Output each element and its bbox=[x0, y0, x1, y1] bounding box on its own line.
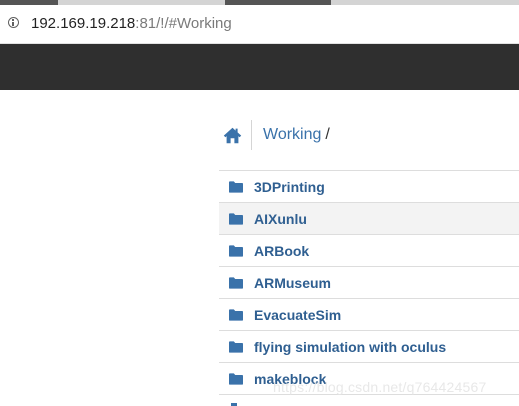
folder-row[interactable]: ARMuseum bbox=[219, 267, 519, 299]
folder-icon bbox=[229, 308, 243, 321]
folder-row[interactable]: EvacuateSim bbox=[219, 299, 519, 331]
folder-name: 3DPrinting bbox=[254, 178, 325, 195]
folder-name: ARBook bbox=[254, 242, 310, 259]
folder-row[interactable]: ARBook bbox=[219, 235, 519, 267]
address-bar[interactable]: 192.169.19.218:81/!/#Working bbox=[0, 5, 519, 44]
folder-icon bbox=[229, 276, 243, 289]
folder-icon bbox=[229, 212, 243, 225]
breadcrumb-separator: / bbox=[325, 126, 330, 143]
url-host: 192.169.19.218 bbox=[31, 15, 136, 32]
folder-icon bbox=[229, 340, 243, 353]
watermark: https://blog.csdn.net/q764424567 bbox=[273, 379, 487, 395]
folder-icon bbox=[229, 372, 243, 385]
breadcrumb: Working / bbox=[219, 118, 519, 152]
folder-row[interactable]: 3DPrinting bbox=[219, 171, 519, 203]
folder-name: EvacuateSim bbox=[254, 306, 342, 323]
folder-icon bbox=[229, 244, 243, 257]
folder-icon bbox=[229, 180, 243, 193]
folder-name: ARMuseum bbox=[254, 274, 332, 291]
folder-row[interactable]: flying simulation with oculus bbox=[219, 331, 519, 363]
folder-name: flying simulation with oculus bbox=[254, 338, 447, 355]
home-icon[interactable] bbox=[223, 125, 245, 145]
folder-list: 3DPrinting AIXunlu ARBook ARMuseum EvacuateS… bbox=[219, 170, 519, 395]
folder-row[interactable]: AIXunlu bbox=[219, 203, 519, 235]
top-navbar bbox=[0, 44, 519, 90]
folder-name: AIXunlu bbox=[254, 210, 307, 227]
info-icon[interactable] bbox=[8, 17, 19, 28]
url-text[interactable]: 192.169.19.218:81/!/#Working bbox=[31, 15, 232, 33]
url-path: :81/!/#Working bbox=[135, 15, 232, 32]
breadcrumb-current-link[interactable]: Working bbox=[263, 126, 321, 144]
breadcrumb-divider bbox=[251, 120, 252, 150]
